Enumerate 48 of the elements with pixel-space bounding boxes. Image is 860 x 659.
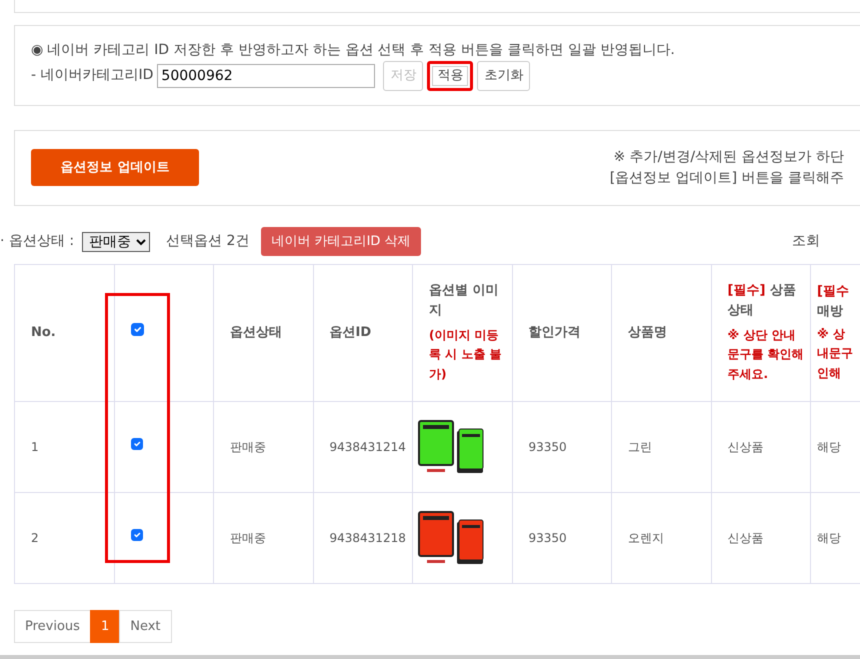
page-link[interactable]: Next [119,610,172,643]
table-cell-text: 해당 [817,530,842,546]
category-id-field[interactable]: 50000962 [157,64,376,88]
action-button[interactable]: 초기화 [477,61,530,90]
search-label: 조회 [792,232,820,251]
column-note: 내문구 [817,345,854,362]
page-link[interactable]: 1 [90,610,120,643]
column-note: 인해 [817,364,842,382]
price-cell: 93350 [528,530,567,544]
row-number: 1 [31,440,39,454]
column-note: ※ 상 [817,326,846,344]
option-id-cell: 9438431214 [330,440,406,454]
status-cell: 판매중 [230,440,266,454]
column-header: 옵션ID [330,324,372,340]
radio-icon: ◉ [31,40,44,61]
field-label: - 네이버카테고리ID [31,66,154,86]
checkbox[interactable] [130,438,142,450]
column-header: 매방 [817,302,844,321]
column-note: (이미지 미등록 시 노출 불가) [429,327,503,383]
column-header: No. [31,324,56,340]
price-cell: 93350 [528,440,567,454]
column-header: [필수 [817,283,850,302]
notice-text: ※ 추가/변경/삭제된 옵션정보가 하단 [612,148,844,166]
update-button[interactable]: 옵션정보 업데이트 [31,149,199,186]
condition-cell: 신상품 [728,440,764,454]
row-number: 2 [31,530,39,544]
checkbox[interactable] [130,322,144,336]
option-id-cell: 9438431218 [330,530,406,544]
column-header: [필수] 상품상태 [728,283,796,318]
column-header: 할인가격 [528,324,580,340]
column-header: 상품명 [628,324,667,340]
column-header: 옵션별 이미지 [429,283,499,318]
notice-text: 네이버 카테고리 ID 저장한 후 반영하고자 하는 옵션 선택 후 적용 버튼을 클릭하면 일괄 반영됩니다. [47,41,675,60]
notice-text: [옵션정보 업데이트] 버튼을 클릭해주 [610,168,844,188]
status-cell: 판매중 [230,530,266,544]
product-name-cell: 그린 [628,440,652,454]
product-name-cell: 오렌지 [628,530,664,544]
condition-cell: 신상품 [728,530,764,544]
status-label: · 옵션상태 : [0,232,74,251]
column-note: ※ 상단 안내문구를 확인해주세요. [728,327,804,383]
column-header: 옵션상태 [230,324,282,340]
status-select[interactable]: 판매중 [82,232,150,252]
delete-button[interactable]: 네이버 카테고리ID 삭제 [261,226,421,256]
action-button[interactable]: 적용 [427,61,474,90]
selected-count: 선택옵션 2건 [166,232,250,251]
page-link[interactable]: Previous [14,610,91,643]
table-cell-text: 해당 [817,438,842,456]
checkbox[interactable] [130,528,142,540]
